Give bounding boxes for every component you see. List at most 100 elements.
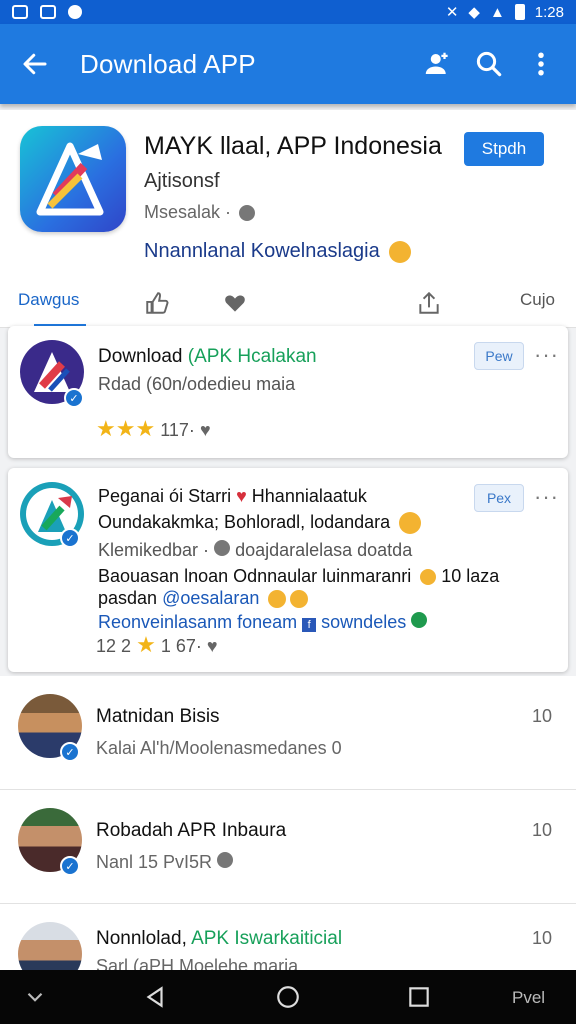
signal-icon: ▲	[489, 3, 505, 21]
post-title-prefix: Download	[98, 346, 183, 367]
verified-badge-icon: ✓	[60, 856, 80, 876]
post-rating: 12 2 ★ 1 67· ♥	[96, 632, 218, 658]
post-more-button[interactable]: ···	[534, 342, 559, 368]
tab-last[interactable]: Cujo	[520, 290, 555, 310]
globe-icon	[214, 540, 231, 556]
app-meta: Msesalak ·	[144, 202, 256, 223]
back-nav-button[interactable]	[142, 984, 168, 1010]
app-header: MAYK llaal, APP Indonesia Stpdh Ajtisons…	[0, 110, 576, 328]
search-icon	[476, 51, 502, 77]
tab-like[interactable]	[144, 290, 170, 316]
heart-emoji-icon: ♥	[236, 486, 247, 506]
verified-badge-icon: ✓	[60, 742, 80, 762]
app-name: MAYK llaal, APP Indonesia	[144, 132, 442, 160]
post-line-1: Peganai ói Starri ♥ Hhannialaatuk	[98, 486, 367, 507]
smile-emoji-icon	[420, 569, 437, 586]
app-bar: Download APP	[0, 24, 576, 104]
list-item-subtitle: Kalai Al'h/Moolenasmedanes 0	[96, 738, 342, 758]
post-title-highlight: (APK Hcalakan	[187, 346, 317, 367]
list-item-title: Robadah APR Inbaura	[96, 820, 287, 841]
verified-badge-icon: ✓	[60, 528, 80, 548]
page-title: Download APP	[80, 48, 256, 79]
app-subtitle: Ajtisonsf	[144, 170, 220, 192]
post-line-6[interactable]: Reonveinlasanm foneam f sowndeles	[98, 612, 428, 633]
star-icon: ★	[115, 416, 136, 441]
list-item-count: 10	[531, 820, 552, 840]
post-title: Download (APK Hcalakan	[98, 346, 317, 368]
mention-link[interactable]: @oesalaran	[162, 588, 259, 608]
globe-icon	[217, 852, 234, 868]
chevron-down-icon	[27, 992, 43, 1002]
thumbs-up-icon	[146, 292, 169, 314]
list-item[interactable]: Nonnlolad, APK Iswarkaiticial Sarl (aPH …	[0, 904, 576, 986]
post-card[interactable]: ✓ Peganai ói Starri ♥ Hhannialaatuk Ound…	[8, 468, 568, 672]
hide-keyboard-button[interactable]	[22, 984, 48, 1010]
search-button[interactable]	[474, 49, 504, 79]
post-line-5: pasdan @oesalaran	[98, 588, 309, 609]
overflow-menu-button[interactable]	[526, 49, 556, 79]
post-line-5a: pasdan	[98, 588, 158, 608]
list-item-title-prefix: Nonnlolad,	[96, 928, 187, 949]
rating-count: 117·	[160, 420, 195, 440]
back-button[interactable]	[0, 49, 70, 79]
app-tagline: Nnannlanal Kowelnaslagia	[144, 240, 412, 263]
square-recents-icon	[409, 987, 429, 1007]
app-logo-icon	[20, 126, 126, 232]
list-item-title: Matnidan Bisis	[96, 706, 220, 727]
post-more-button[interactable]: ···	[534, 484, 559, 510]
rating-count: 1 67·	[160, 636, 202, 656]
post-line-6a: Reonveinlasanm foneam	[98, 612, 298, 632]
install-button[interactable]: Stpdh	[464, 132, 544, 166]
home-nav-button[interactable]	[275, 984, 301, 1010]
status-bar: ✕ ◆ ▲ 1:28	[0, 0, 576, 24]
post-card[interactable]: ✓ Download (APK Hcalakan Rdad (60n/odedi…	[8, 326, 568, 458]
smile-emoji-icon	[399, 512, 422, 535]
more-vert-icon	[538, 52, 544, 76]
nav-right-label[interactable]: Pvel	[512, 988, 545, 1008]
post-line-4a: Baouasan lnoan Odnnaular luinmaranri	[98, 566, 412, 586]
mute-icon: ✕	[445, 4, 459, 21]
smile-emoji-icon	[290, 590, 309, 609]
list-item[interactable]: ✓ Matnidan Bisis Kalai Al'h/Moolenasmeda…	[0, 676, 576, 790]
list-item-subtitle: Nanl 15 PvI5R	[96, 852, 234, 873]
list-item[interactable]: ✓ Robadah APR Inbaura Nanl 15 PvI5R 10	[0, 790, 576, 904]
triangle-back-icon	[146, 986, 163, 1008]
tab-first[interactable]: Dawgus	[18, 290, 79, 310]
heart-icon	[225, 295, 245, 312]
list-item-count: 10	[531, 706, 552, 726]
rating-prefix: 12 2	[96, 636, 132, 656]
heart-icon[interactable]: ♥	[207, 636, 218, 656]
arrow-left-icon	[23, 53, 47, 75]
account-button[interactable]	[422, 49, 452, 79]
post-line-1b: Hhannialaatuk	[251, 486, 367, 506]
post-line-6b: sowndeles	[321, 612, 407, 632]
dot-notification-icon	[68, 5, 82, 19]
post-rating: ★★★ 117· ♥	[96, 416, 211, 442]
facebook-icon: f	[302, 618, 317, 632]
tab-share[interactable]	[416, 290, 442, 316]
globe-icon	[239, 204, 256, 221]
post-line-2a: Oundakakmka; Bohloradl, lodandara	[98, 512, 391, 532]
list-item-subtitle-text: Nanl 15 PvI5R	[96, 852, 213, 872]
share-icon	[419, 291, 439, 314]
smile-emoji-icon	[389, 240, 412, 263]
system-nav-bar: Pvel	[0, 970, 576, 1024]
follow-button[interactable]: Pex	[474, 484, 524, 512]
heart-icon[interactable]: ♥	[200, 420, 211, 440]
circle-home-icon	[277, 986, 299, 1008]
post-line-4b: 10 laza	[441, 566, 500, 586]
recents-nav-button[interactable]	[406, 984, 432, 1010]
check-circle-icon	[411, 612, 428, 628]
follow-button[interactable]: Pew	[474, 342, 524, 370]
person-add-icon	[425, 52, 448, 74]
post-line-4: Baouasan lnoan Odnnaular luinmaranri 10 …	[98, 566, 499, 587]
star-icon: ★	[135, 416, 156, 441]
tab-favorite[interactable]	[222, 290, 248, 316]
post-line-1a: Peganai ói Starri	[98, 486, 232, 506]
tab-bar: Dawgus Cujo	[0, 278, 576, 328]
list-item-title-highlight: APK Iswarkaiticial	[191, 928, 343, 949]
gallery-notification-icon	[12, 5, 28, 19]
battery-icon	[514, 4, 525, 20]
post-line-2: Oundakakmka; Bohloradl, lodandara	[98, 512, 422, 535]
post-subtitle: Rdad (60n/odedieu maia	[98, 374, 296, 394]
